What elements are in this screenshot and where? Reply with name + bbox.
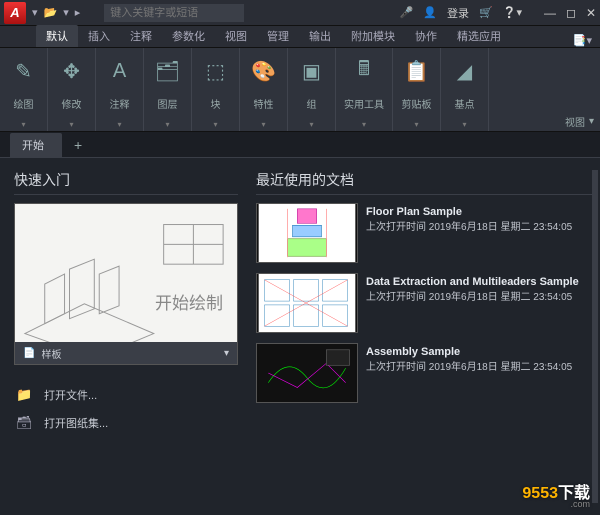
maximize-button[interactable]: ◻: [566, 6, 576, 20]
close-button[interactable]: ✕: [586, 6, 596, 20]
layers-icon: 🗂: [155, 54, 180, 88]
tab-addins[interactable]: 附加模块: [341, 25, 405, 47]
section-title: 最近使用的文档: [256, 170, 594, 195]
panel-clipboard[interactable]: 📋剪贴板▾: [393, 48, 441, 131]
start-page: 快速入门 开始绘制 📄 样板 ▾ 📁打开文件...: [0, 158, 600, 515]
template-dropdown[interactable]: 📄 样板 ▾: [15, 342, 237, 364]
open-file-button[interactable]: 📁打开文件...: [14, 381, 238, 409]
user-icon[interactable]: 👤: [423, 6, 437, 19]
recent-info: Floor Plan Sample 上次打开时间 2019年6月18日 星期二 …: [366, 203, 572, 263]
open-icon[interactable]: 📂: [44, 6, 58, 19]
new-icon[interactable]: ▾: [32, 6, 38, 19]
chevron-down-icon: ▾: [117, 120, 121, 129]
thumbnail: [256, 203, 358, 263]
ribbon: ✎绘图▾ ✥修改▾ A注释▾ 🗂图层▾ ⬚块▾ 🎨特性▾ ▣组▾ 🖩实用工具▾ …: [0, 48, 600, 132]
sheetset-icon: 🗃: [16, 415, 34, 431]
chevron-down-icon: ▾: [69, 120, 73, 129]
titlebar-right: 🎤 👤 登录 🛒 ❔▾ — ◻ ✕: [400, 5, 596, 21]
block-icon: ⬚: [206, 54, 225, 88]
properties-icon: 🎨: [251, 54, 276, 88]
chevron-down-icon: ▾: [414, 120, 418, 129]
recent-item[interactable]: Data Extraction and Multileaders Sample …: [256, 273, 594, 333]
ribbon-tabs: 默认 插入 注释 参数化 视图 管理 输出 附加模块 协作 精选应用 📑▾: [0, 26, 600, 48]
ribbon-settings-icon[interactable]: 📑▾: [573, 34, 592, 47]
tab-default[interactable]: 默认: [36, 25, 78, 47]
panel-draw[interactable]: ✎绘图▾: [0, 48, 48, 131]
tab-insert[interactable]: 插入: [78, 25, 120, 47]
tab-output[interactable]: 输出: [299, 25, 341, 47]
chevron-down-icon: ▾: [589, 116, 594, 127]
recent-item[interactable]: Floor Plan Sample 上次打开时间 2019年6月18日 星期二 …: [256, 203, 594, 263]
chevron-down-icon: ▾: [309, 120, 313, 129]
recent-meta: 上次打开时间 2019年6月18日 星期二 23:54:05: [366, 361, 572, 374]
ribbon-extra: 📑▾: [573, 34, 592, 47]
clipboard-icon: 📋: [404, 54, 429, 88]
tab-featured[interactable]: 精选应用: [447, 25, 511, 47]
watermark: 9553下载 .com: [522, 479, 590, 509]
exchange-icon[interactable]: 🛒: [479, 6, 493, 19]
mic-icon[interactable]: 🎤: [400, 6, 414, 19]
chevron-down-icon: ▾: [165, 120, 169, 129]
text-icon: A: [113, 54, 126, 88]
chevron-down-icon: ▾: [462, 120, 466, 129]
new-tab-button[interactable]: +: [66, 137, 90, 153]
folder-icon: 📁: [16, 387, 34, 403]
tab-annotate[interactable]: 注释: [120, 25, 162, 47]
open-sheetset-button[interactable]: 🗃打开图纸集...: [14, 409, 238, 437]
panel-layers[interactable]: 🗂图层▾: [144, 48, 192, 131]
pencil-icon: ✎: [15, 54, 32, 88]
file-tabs: 开始 +: [0, 132, 600, 158]
move-icon: ✥: [63, 54, 80, 88]
start-drawing-tile[interactable]: 开始绘制 📄 样板 ▾: [14, 203, 238, 365]
quick-start-section: 快速入门 开始绘制 📄 样板 ▾ 📁打开文件...: [0, 158, 252, 515]
tab-view[interactable]: 视图: [215, 25, 257, 47]
file-tab-start[interactable]: 开始: [10, 133, 62, 157]
recent-name: Floor Plan Sample: [366, 205, 572, 219]
chevron-down-icon: ▾: [213, 120, 217, 129]
calculator-icon: 🖩: [358, 54, 370, 88]
chevron-down-icon: ▾: [261, 120, 265, 129]
section-title: 快速入门: [14, 170, 238, 195]
panel-base[interactable]: ◢基点▾: [441, 48, 489, 131]
view-dropdown[interactable]: 视图▾: [565, 114, 594, 129]
recent-name: Assembly Sample: [366, 345, 572, 359]
panel-group[interactable]: ▣组▾: [288, 48, 336, 131]
chevron-down-icon: ▾: [362, 120, 366, 129]
template-icon: 📄: [23, 348, 35, 359]
dropdown-icon[interactable]: ▾: [63, 6, 69, 19]
chevron-down-icon: ▾: [224, 348, 229, 359]
tab-parametric[interactable]: 参数化: [162, 25, 215, 47]
search-input[interactable]: [104, 4, 244, 22]
chevron-right-icon[interactable]: ▸: [75, 6, 81, 19]
panel-annotate[interactable]: A注释▾: [96, 48, 144, 131]
panel-block[interactable]: ⬚块▾: [192, 48, 240, 131]
recent-meta: 上次打开时间 2019年6月18日 星期二 23:54:05: [366, 291, 579, 304]
open-actions: 📁打开文件... 🗃打开图纸集...: [14, 381, 238, 437]
thumbnail: [256, 273, 358, 333]
help-icon[interactable]: ❔▾: [503, 6, 522, 19]
thumbnail: [256, 343, 358, 403]
recent-meta: 上次打开时间 2019年6月18日 星期二 23:54:05: [366, 221, 572, 234]
panel-utilities[interactable]: 🖩实用工具▾: [336, 48, 393, 131]
start-drawing-label: 开始绘制: [155, 289, 223, 314]
quick-access-toolbar: ▾ 📂 ▾ ▸: [32, 6, 80, 19]
minimize-button[interactable]: —: [544, 6, 556, 20]
sketch-illustration: [15, 204, 237, 364]
group-icon: ▣: [302, 54, 321, 88]
window-controls: — ◻ ✕: [544, 6, 596, 20]
recent-name: Data Extraction and Multileaders Sample: [366, 275, 579, 289]
panel-modify[interactable]: ✥修改▾: [48, 48, 96, 131]
recent-item[interactable]: Assembly Sample 上次打开时间 2019年6月18日 星期二 23…: [256, 343, 594, 403]
titlebar: A ▾ 📂 ▾ ▸ 🎤 👤 登录 🛒 ❔▾ — ◻ ✕: [0, 0, 600, 26]
tab-manage[interactable]: 管理: [257, 25, 299, 47]
recent-info: Data Extraction and Multileaders Sample …: [366, 273, 579, 333]
login-link[interactable]: 登录: [447, 5, 469, 21]
base-icon: ◢: [457, 54, 472, 88]
tab-collaborate[interactable]: 协作: [405, 25, 447, 47]
recent-info: Assembly Sample 上次打开时间 2019年6月18日 星期二 23…: [366, 343, 572, 403]
panel-properties[interactable]: 🎨特性▾: [240, 48, 288, 131]
app-menu-button[interactable]: A: [4, 2, 26, 24]
recent-documents-section: 最近使用的文档 Floor Plan Sample 上次打开时间 2019年6月…: [252, 158, 600, 515]
chevron-down-icon: ▾: [21, 120, 25, 129]
